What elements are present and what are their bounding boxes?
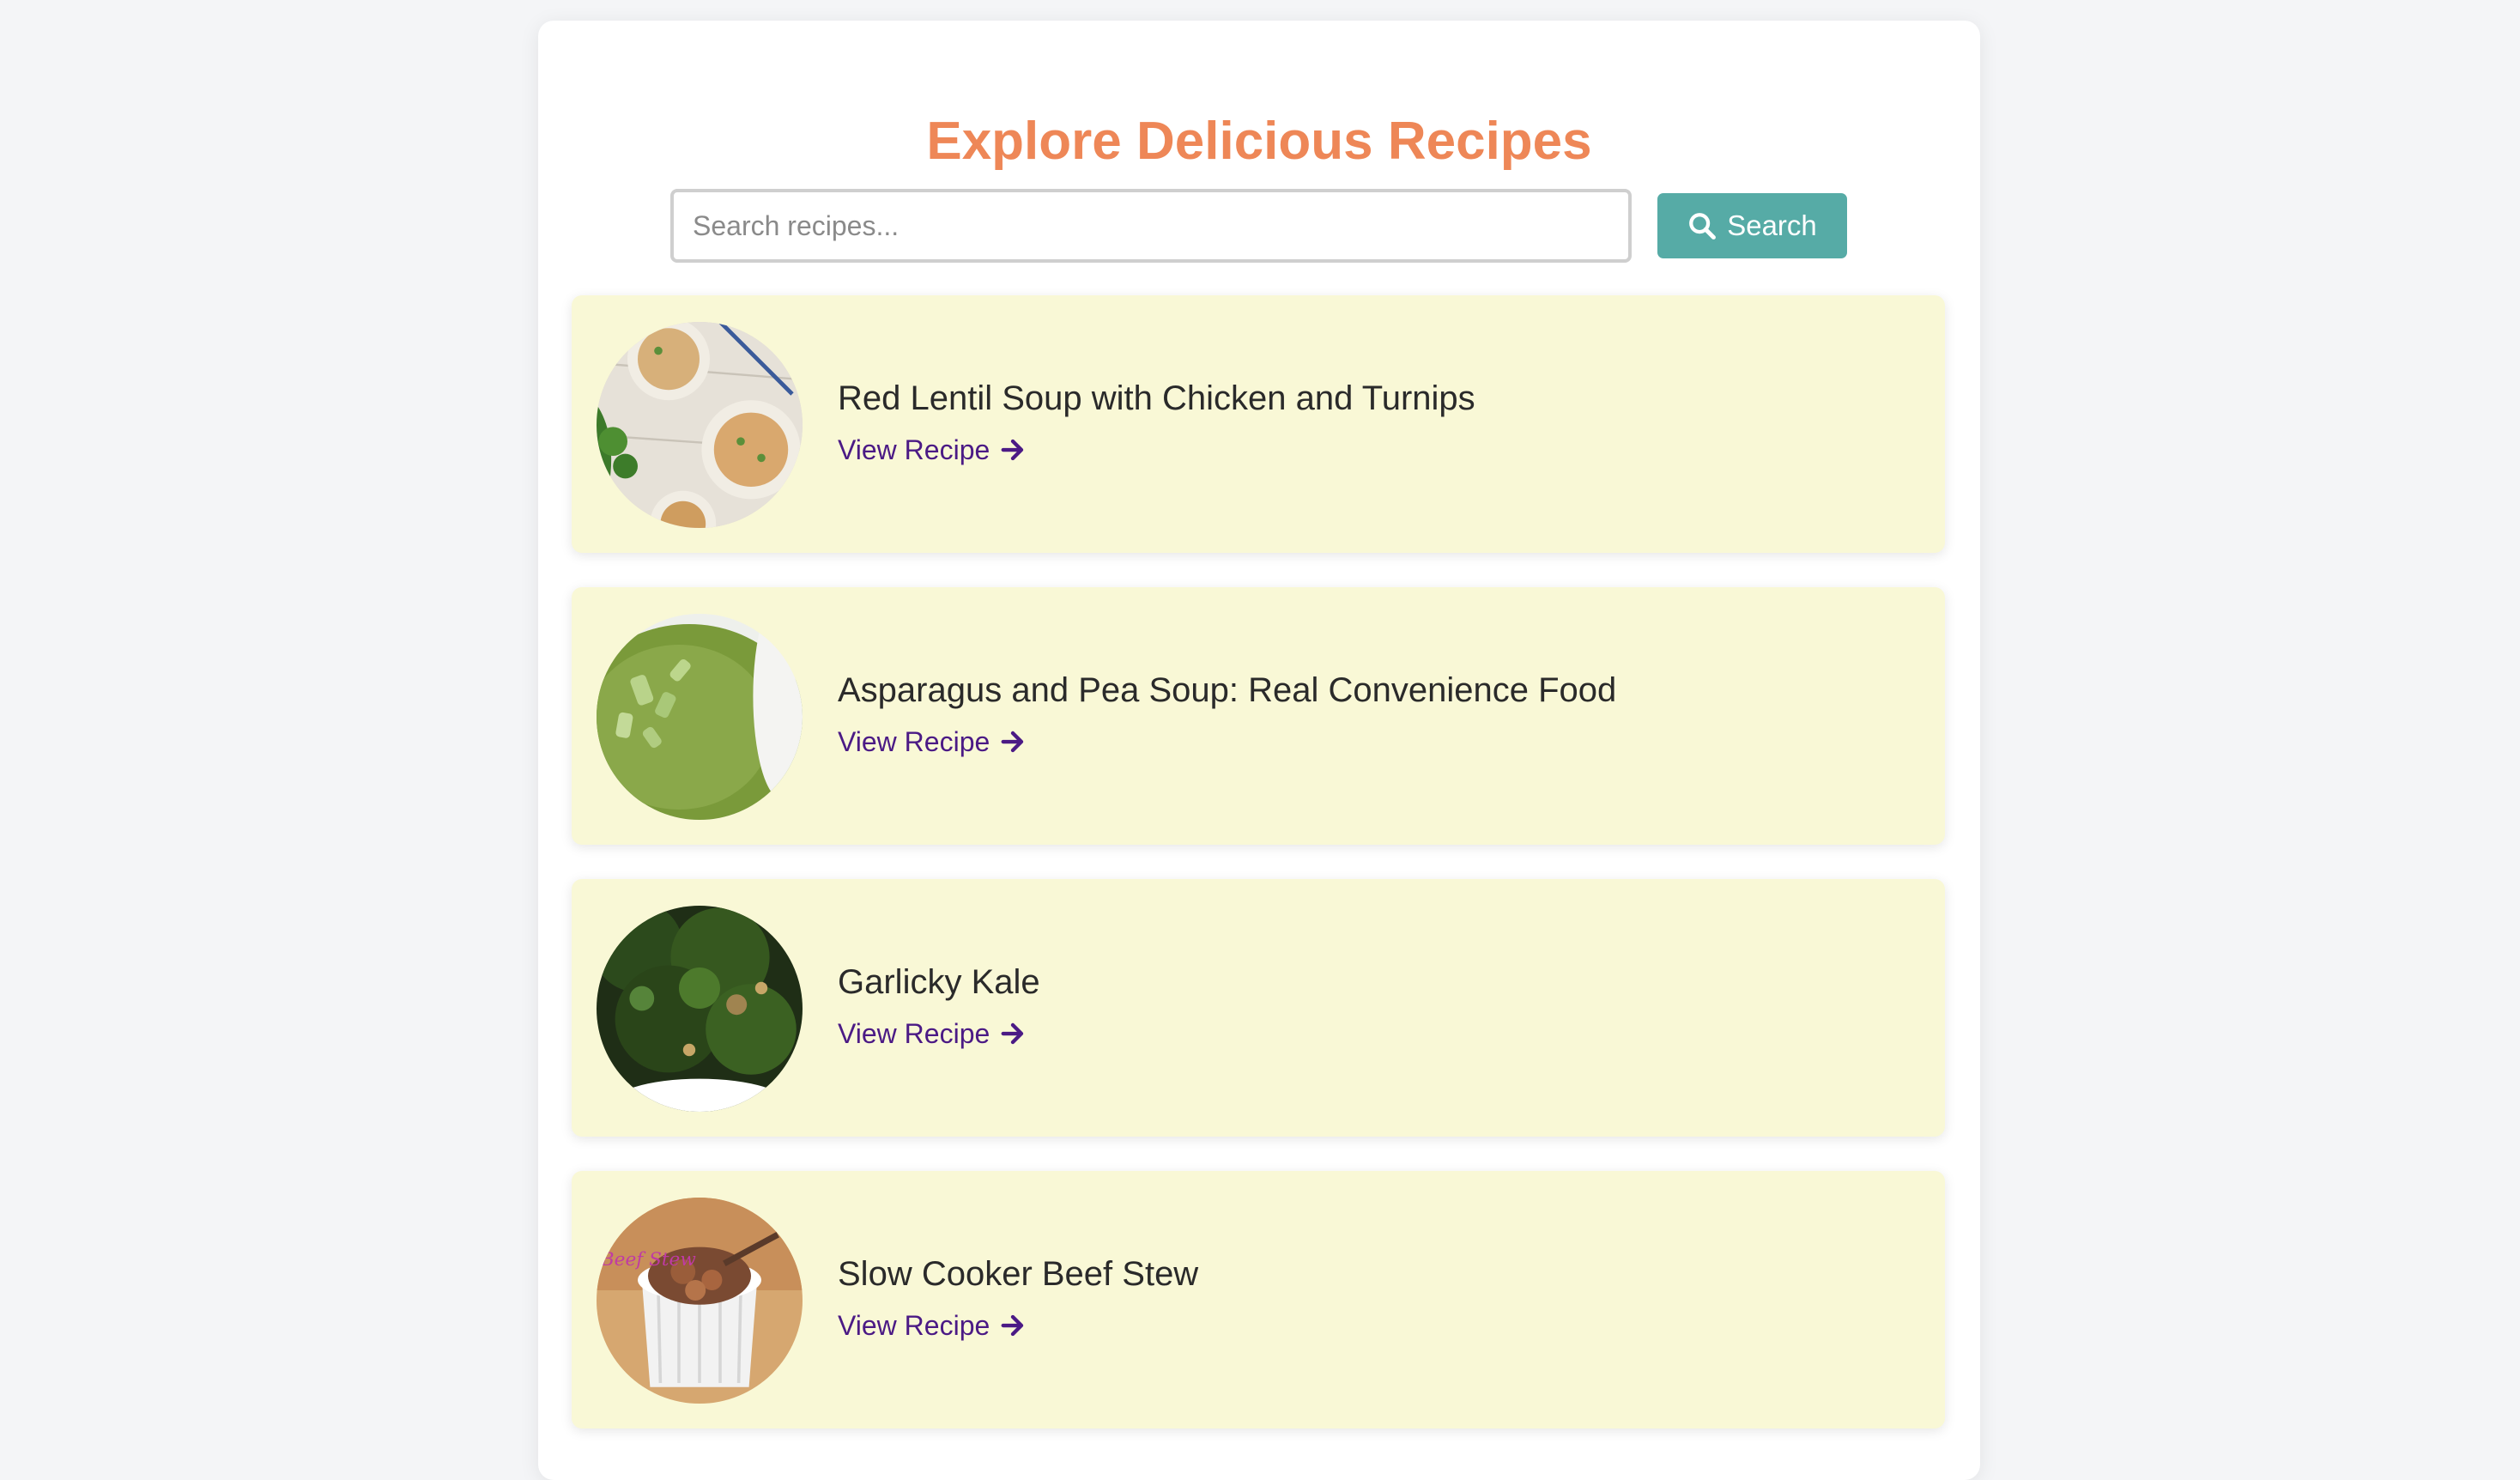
- recipe-title: Red Lentil Soup with Chicken and Turnips: [838, 379, 1475, 417]
- search-button[interactable]: Search: [1657, 193, 1847, 258]
- arrow-right-icon: [1001, 439, 1024, 461]
- recipe-image[interactable]: [597, 614, 803, 820]
- page-title: Explore Delicious Recipes: [926, 112, 1592, 171]
- main-container: Explore Delicious Recipes Search recipes…: [538, 21, 1980, 1480]
- view-recipe-label: View Recipe: [838, 726, 990, 757]
- recipe-image[interactable]: Beef Stew: [597, 1198, 803, 1404]
- view-recipe-link[interactable]: View Recipe: [838, 1016, 1026, 1051]
- recipe-card: Red Lentil Soup with Chicken and Turnips…: [572, 295, 1945, 553]
- recipe-image[interactable]: [597, 322, 803, 528]
- view-recipe-label: View Recipe: [838, 1310, 990, 1341]
- recipe-title: Asparagus and Pea Soup: Real Convenience…: [838, 671, 1617, 709]
- recipe-list: Red Lentil Soup with Chicken and Turnips…: [572, 295, 1945, 1463]
- recipe-image-overlay-text: Beef Stew: [600, 1249, 697, 1271]
- arrow-right-icon: [1001, 1314, 1024, 1337]
- arrow-right-icon: [1001, 731, 1024, 753]
- recipe-image[interactable]: [597, 906, 803, 1112]
- arrow-right-icon: [1001, 1022, 1024, 1045]
- recipe-card: Garlicky Kale View Recipe: [572, 879, 1945, 1137]
- view-recipe-link[interactable]: View Recipe: [838, 433, 1026, 467]
- view-recipe-label: View Recipe: [838, 434, 990, 465]
- recipe-card: Beef Stew Slow Cooker Beef Stew View Rec…: [572, 1171, 1945, 1428]
- view-recipe-label: View Recipe: [838, 1018, 990, 1049]
- recipe-title: Garlicky Kale: [838, 963, 1040, 1001]
- view-recipe-link[interactable]: View Recipe: [838, 1308, 1026, 1343]
- search-icon: [1689, 213, 1717, 240]
- recipe-title: Slow Cooker Beef Stew: [838, 1255, 1199, 1293]
- view-recipe-link[interactable]: View Recipe: [838, 725, 1026, 759]
- recipe-card: Asparagus and Pea Soup: Real Convenience…: [572, 587, 1945, 845]
- search-button-label: Search: [1727, 209, 1817, 241]
- search-input[interactable]: [670, 189, 1632, 263]
